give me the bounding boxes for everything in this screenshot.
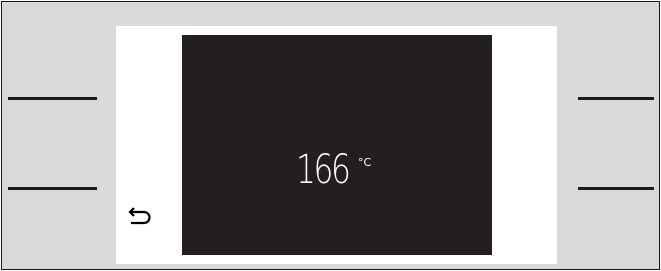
back-arrow-icon[interactable] xyxy=(128,204,154,226)
right-lower-softkey[interactable] xyxy=(578,187,654,190)
temperature-readout: 166 °C xyxy=(296,146,371,194)
right-upper-softkey[interactable] xyxy=(578,97,654,100)
left-upper-softkey[interactable] xyxy=(8,97,97,100)
left-lower-softkey[interactable] xyxy=(8,187,97,190)
display-screen xyxy=(182,35,492,255)
temperature-unit: °C xyxy=(358,156,372,169)
temperature-value: 166 xyxy=(296,147,351,193)
